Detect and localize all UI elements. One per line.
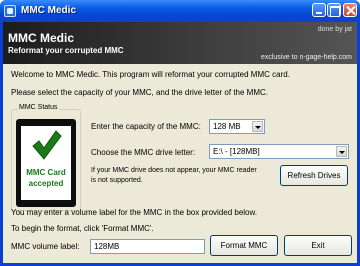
mmc-card-image: MMC Card accepted bbox=[16, 119, 76, 207]
chevron-down-icon[interactable] bbox=[336, 146, 347, 157]
capacity-select[interactable]: 128 MB bbox=[209, 119, 265, 134]
drive-note-line2: is not supported. bbox=[91, 177, 143, 184]
card-status-line1: MMC Card bbox=[26, 168, 66, 177]
volume-hint-text: You may enter a volume label for the MMC… bbox=[11, 208, 258, 217]
client-area: Welcome to MMC Medic. This program will … bbox=[3, 64, 357, 263]
exclusive-note: exclusive to n-gage-help.com bbox=[260, 54, 352, 61]
header-banner: MMC Medic Reformat your corrupted MMC do… bbox=[3, 22, 357, 64]
app-icon bbox=[4, 5, 16, 17]
drive-label: Choose the MMC drive letter: bbox=[91, 148, 196, 157]
begin-format-text: To begin the format, click 'Format MMC'. bbox=[11, 224, 154, 233]
app-window: MMC Medic MMC Medic Reformat your corrup… bbox=[0, 0, 360, 266]
checkmark-icon bbox=[32, 130, 62, 160]
capacity-label: Enter the capacity of the MMC: bbox=[91, 122, 201, 131]
exit-button[interactable]: Exit bbox=[284, 235, 352, 256]
card-status-line2: accepted bbox=[28, 179, 64, 188]
title-bar[interactable]: MMC Medic bbox=[0, 0, 360, 22]
window-title: MMC Medic bbox=[21, 5, 76, 16]
mmc-status-label: MMC Status bbox=[18, 104, 59, 111]
maximize-button[interactable] bbox=[327, 3, 341, 17]
welcome-text: Welcome to MMC Medic. This program will … bbox=[11, 70, 290, 79]
author-credit: done by jat bbox=[317, 26, 352, 33]
format-mmc-button[interactable]: Format MMC bbox=[210, 235, 278, 256]
close-button[interactable] bbox=[343, 3, 357, 17]
minimize-button[interactable] bbox=[312, 3, 326, 17]
capacity-value: 128 MB bbox=[213, 122, 241, 131]
drive-value: E:\ - [128MB] bbox=[213, 147, 260, 156]
volume-label-input[interactable]: 128MB bbox=[90, 239, 205, 254]
mmc-status-group: MMC Status MMC Card accepted bbox=[11, 104, 81, 211]
chevron-down-icon[interactable] bbox=[252, 121, 263, 132]
drive-select[interactable]: E:\ - [128MB] bbox=[209, 144, 349, 159]
banner-subtitle: Reformat your corrupted MMC bbox=[8, 46, 124, 55]
refresh-drives-button[interactable]: Refresh Drives bbox=[280, 165, 348, 186]
banner-title: MMC Medic bbox=[8, 31, 74, 45]
volume-label-caption: MMC volume label: bbox=[11, 242, 80, 251]
instruction-text: Please select the capacity of your MMC, … bbox=[11, 88, 268, 97]
drive-note-line1: If your MMC drive does not appear, your … bbox=[91, 167, 257, 174]
